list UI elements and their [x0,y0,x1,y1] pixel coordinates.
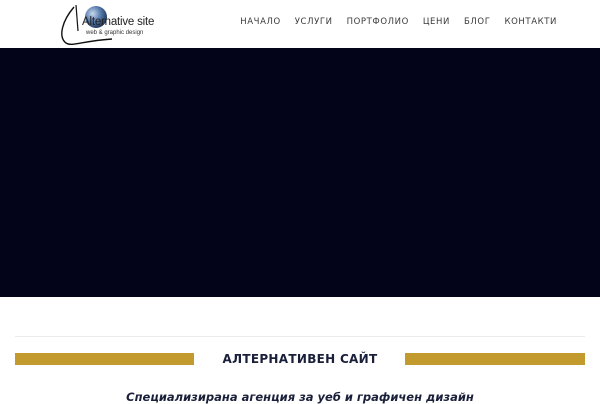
site-header: Alternative site web & graphic design НА… [0,0,600,48]
section-accent-bar-left [15,353,194,365]
section-accent-bar-right [405,353,585,365]
logo-subtitle: web & graphic design [86,30,144,36]
hero-banner [0,48,600,297]
section-tagline: Специализирана агенция за уеб и графичен… [126,390,474,404]
section-divider [15,336,585,337]
nav-item-prices[interactable]: ЦЕНИ [423,17,450,27]
nav-item-home[interactable]: НАЧАЛО [240,17,281,27]
nav-item-services[interactable]: УСЛУГИ [295,17,333,27]
section-title: АЛТЕРНАТИВЕН САЙТ [222,352,378,366]
nav-item-contacts[interactable]: КОНТАКТИ [504,17,557,27]
nav-item-portfolio[interactable]: ПОРТФОЛИО [347,17,409,27]
site-logo[interactable]: Alternative site web & graphic design [52,3,172,47]
logo-title: Alternative site [82,16,155,28]
main-nav: НАЧАЛО УСЛУГИ ПОРТФОЛИО ЦЕНИ БЛОГ КОНТАК… [240,17,557,27]
nav-item-blog[interactable]: БЛОГ [464,17,491,27]
